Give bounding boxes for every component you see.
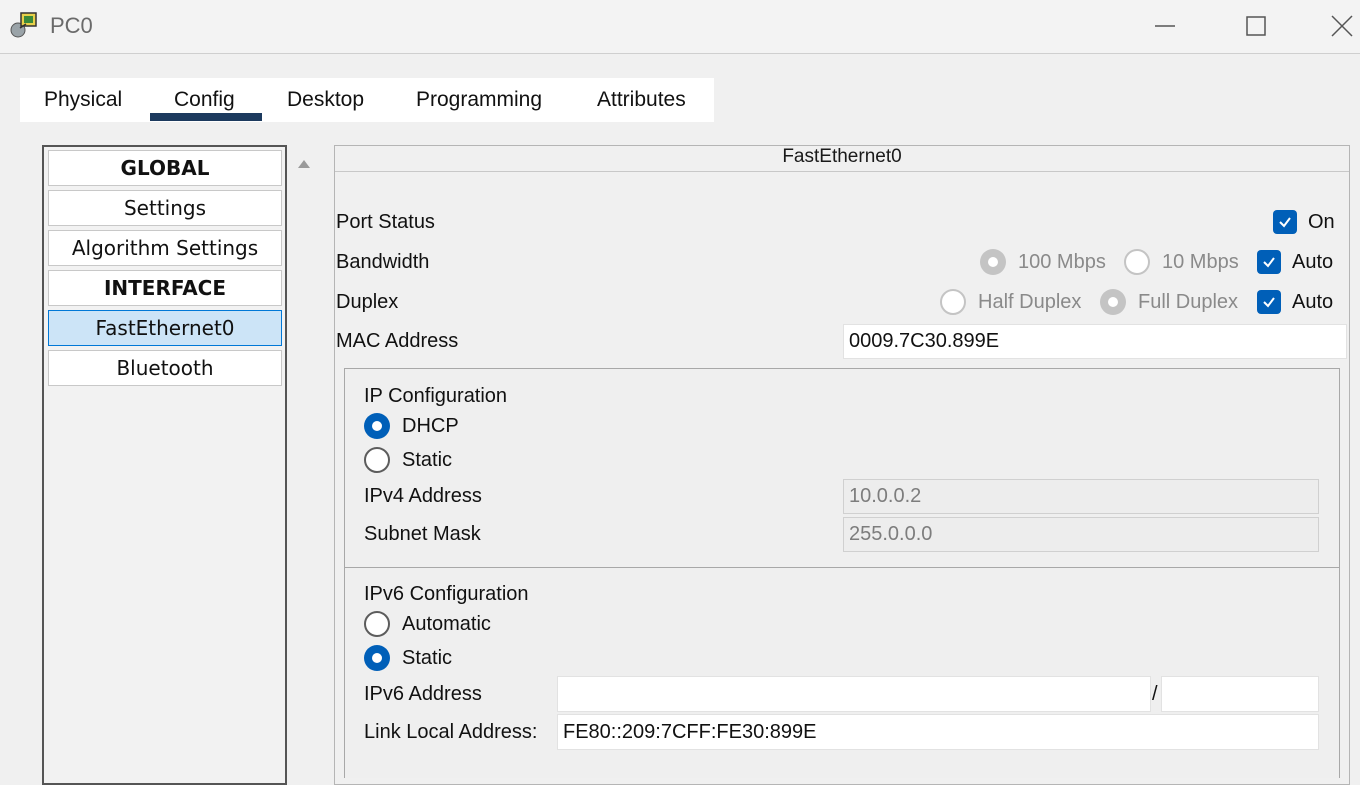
automatic-ipv6-label: Automatic xyxy=(402,613,491,635)
sidebar-item-algorithm-settings[interactable]: Algorithm Settings xyxy=(48,230,282,266)
static-ipv6-label: Static xyxy=(402,647,453,669)
duplex-label: Duplex xyxy=(336,291,399,313)
static-ipv6-radio[interactable] xyxy=(364,645,390,671)
port-status-on-label: On xyxy=(1308,211,1335,233)
maximize-icon xyxy=(1246,16,1266,36)
port-status-label: Port Status xyxy=(336,211,435,233)
mac-address-field[interactable]: 0009.7C30.899E xyxy=(843,324,1347,359)
sidebar-scrollbar[interactable] xyxy=(290,145,320,785)
scroll-up-arrow-icon[interactable] xyxy=(297,159,311,169)
ipv4-address-label: IPv4 Address xyxy=(364,485,482,507)
ipv6-configuration-title: IPv6 Configuration xyxy=(364,583,529,605)
bandwidth-100mbps-label: 100 Mbps xyxy=(1018,251,1106,273)
sidebar-item-settings[interactable]: Settings xyxy=(48,190,282,226)
bandwidth-10mbps-label: 10 Mbps xyxy=(1162,251,1239,273)
close-button[interactable] xyxy=(1322,8,1360,44)
subnet-mask-field[interactable]: 255.0.0.0 xyxy=(843,517,1319,552)
static-ipv4-radio[interactable] xyxy=(364,447,390,473)
port-status-checkbox[interactable] xyxy=(1273,210,1297,234)
ipv6-address-label: IPv6 Address xyxy=(364,683,482,705)
dhcp-radio[interactable] xyxy=(364,413,390,439)
mac-address-label: MAC Address xyxy=(336,330,459,352)
tab-attributes[interactable]: Attributes xyxy=(597,88,686,112)
sidebar-item-bluetooth[interactable]: Bluetooth xyxy=(48,350,282,386)
sidebar-item-fastethernet0[interactable]: FastEthernet0 xyxy=(48,310,282,346)
close-icon xyxy=(1331,15,1353,37)
dhcp-label: DHCP xyxy=(402,415,459,437)
tab-programming[interactable]: Programming xyxy=(416,88,542,112)
panel-title: FastEthernet0 xyxy=(335,146,1349,172)
window-title: PC0 xyxy=(50,13,93,38)
checkmark-icon xyxy=(1263,297,1275,308)
bandwidth-label: Bandwidth xyxy=(336,251,430,273)
link-local-address-label: Link Local Address: xyxy=(364,721,538,743)
duplex-half-radio[interactable] xyxy=(940,289,966,315)
automatic-ipv6-radio[interactable] xyxy=(364,611,390,637)
tab-physical[interactable]: Physical xyxy=(44,88,122,112)
checkmark-icon xyxy=(1263,257,1275,268)
link-local-address-field[interactable]: FE80::209:7CFF:FE30:899E xyxy=(557,714,1319,750)
sidebar-header-global: GLOBAL xyxy=(48,150,282,186)
duplex-auto-label: Auto xyxy=(1292,291,1334,313)
duplex-auto-checkbox[interactable] xyxy=(1257,290,1281,314)
ipv6-prefix-field[interactable] xyxy=(1161,676,1319,712)
checkmark-icon xyxy=(1279,217,1291,228)
bandwidth-10mbps-radio[interactable] xyxy=(1124,249,1150,275)
prefix-separator: / xyxy=(1152,683,1158,705)
bandwidth-auto-checkbox[interactable] xyxy=(1257,250,1281,274)
minimize-button[interactable] xyxy=(1145,8,1185,44)
bandwidth-auto-label: Auto xyxy=(1292,251,1334,273)
subnet-mask-label: Subnet Mask xyxy=(364,523,481,545)
duplex-half-label: Half Duplex xyxy=(978,291,1082,313)
duplex-full-radio[interactable] xyxy=(1100,289,1126,315)
ipv6-address-field[interactable] xyxy=(557,676,1151,712)
packet-tracer-pc-icon xyxy=(8,10,40,40)
duplex-full-label: Full Duplex xyxy=(1138,291,1239,313)
sidebar-header-interface: INTERFACE xyxy=(48,270,282,306)
minimize-icon xyxy=(1155,25,1175,27)
ip-configuration-title: IP Configuration xyxy=(364,385,508,407)
bandwidth-100mbps-radio[interactable] xyxy=(980,249,1006,275)
static-ipv4-label: Static xyxy=(402,449,453,471)
tab-config[interactable]: Config xyxy=(174,88,235,112)
active-tab-indicator xyxy=(150,113,262,121)
ipv4-address-field[interactable]: 10.0.0.2 xyxy=(843,479,1319,514)
maximize-button[interactable] xyxy=(1236,8,1276,44)
tab-desktop[interactable]: Desktop xyxy=(287,88,364,112)
